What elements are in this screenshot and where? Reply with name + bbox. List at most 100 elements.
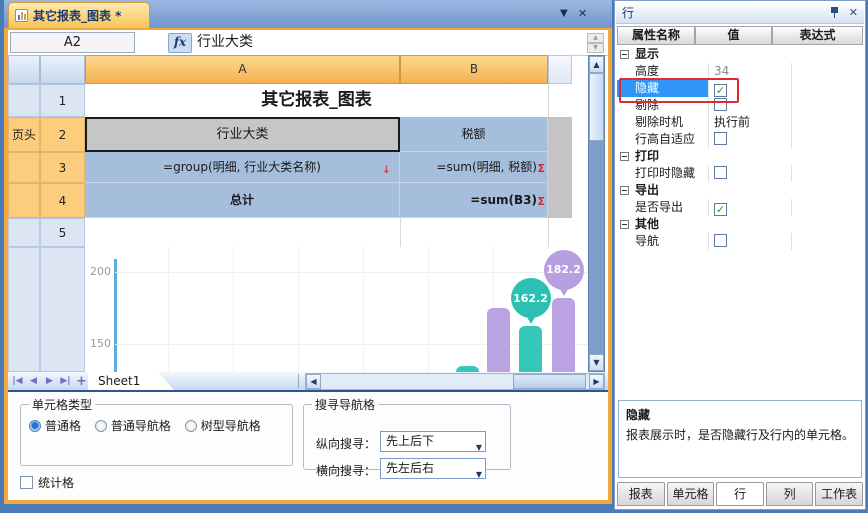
prop-row-2[interactable]: 隐藏✓ [617, 80, 863, 97]
vertical-search-select[interactable]: 先上后下▼ [380, 431, 486, 452]
collapse-minus-icon[interactable] [620, 186, 629, 195]
row-header-3[interactable]: 3 [40, 152, 85, 183]
radio-normal-cell[interactable]: 普通格 [29, 419, 81, 433]
cell-a4[interactable]: 总计 [85, 183, 400, 218]
prop-value[interactable]: ✓ [709, 199, 792, 216]
prop-expression[interactable] [792, 80, 863, 97]
prop-row-11[interactable]: 导航 [617, 233, 863, 250]
prop-row-1[interactable]: 高度34 [617, 63, 863, 80]
prop-expression[interactable] [792, 114, 863, 131]
cell-name-box[interactable]: A2 [10, 32, 135, 53]
column-header-a[interactable]: A [85, 55, 400, 84]
prop-row-7[interactable]: 打印时隐藏 [617, 165, 863, 182]
sheet-tab-sheet1[interactable]: Sheet1 [88, 372, 174, 390]
prop-expression[interactable] [792, 233, 863, 250]
prop-value[interactable] [709, 233, 792, 250]
prop-col-header-value[interactable]: 值 [695, 26, 772, 45]
formula-bar: A2 fx 行业大类 ▲ ▼ [8, 30, 608, 56]
prop-group-0[interactable]: 显示 [617, 46, 863, 63]
prop-col-header-name[interactable]: 属性名称 [617, 26, 695, 45]
cell-a3[interactable]: =group(明细, 行业大类名称) ↓ [85, 152, 400, 183]
checkbox-checked-icon[interactable]: ✓ [714, 203, 727, 216]
add-sheet-icon[interactable]: + [74, 374, 89, 389]
embedded-bar-chart[interactable]: 150200162.2182.2 [85, 247, 588, 372]
checkbox-icon[interactable] [714, 98, 727, 111]
column-header-b[interactable]: B [400, 55, 548, 84]
checkbox-checked-icon[interactable]: ✓ [714, 84, 727, 97]
fx-button[interactable]: fx [168, 33, 192, 53]
collapse-minus-icon[interactable] [620, 152, 629, 161]
horizontal-scroll-thumb[interactable] [513, 374, 586, 389]
prop-expression[interactable] [792, 63, 863, 80]
sheet-first-icon[interactable]: |◀ [10, 374, 25, 389]
horizontal-search-select[interactable]: 先左后右▼ [380, 458, 486, 479]
prop-row-9[interactable]: 是否导出✓ [617, 199, 863, 216]
prop-row-3[interactable]: 剔除 [617, 97, 863, 114]
formula-bar-expand-down-icon[interactable]: ▼ [587, 43, 604, 53]
vertical-scroll-thumb[interactable] [589, 73, 604, 141]
radio-normal-nav-cell[interactable]: 普通导航格 [95, 419, 171, 433]
cell-a2-selected[interactable]: 行业大类 [85, 117, 400, 152]
chart-gridline-vertical [363, 247, 364, 372]
prop-expression[interactable] [792, 165, 863, 182]
checkbox-icon[interactable] [714, 132, 727, 145]
stats-cell-checkbox[interactable]: 统计格 [20, 474, 74, 491]
prop-row-5[interactable]: 行高自适应 [617, 131, 863, 148]
prop-label: 剔除 [617, 97, 709, 114]
prop-value[interactable] [709, 97, 792, 114]
prop-row-4[interactable]: 剔除时机执行前 [617, 114, 863, 131]
prop-value[interactable]: 34 [709, 63, 792, 80]
prop-expression[interactable] [792, 131, 863, 148]
radio-icon [95, 420, 107, 432]
tab-list-dropdown-icon[interactable]: ▼ [560, 8, 568, 20]
prop-col-header-expression[interactable]: 表达式 [772, 26, 863, 45]
formula-input[interactable]: 行业大类 [197, 33, 253, 52]
checkbox-icon[interactable] [714, 234, 727, 247]
panel-tab-报表[interactable]: 报表 [617, 482, 665, 506]
scroll-left-icon[interactable]: ◀ [306, 374, 321, 389]
formula-bar-expand-up-icon[interactable]: ▲ [587, 33, 604, 43]
prop-value[interactable]: ✓ [709, 80, 792, 97]
scroll-down-icon[interactable]: ▼ [589, 354, 604, 371]
close-document-icon[interactable]: ✕ [578, 8, 587, 20]
cell-b3[interactable]: =sum(明细, 税额) Σ [400, 152, 548, 183]
sheet-prev-icon[interactable]: ◀ [26, 374, 41, 389]
grid-horizontal-scrollbar[interactable]: ◀ ▶ [305, 373, 605, 390]
chart-gridline-vertical [168, 247, 169, 372]
row-header-5[interactable]: 5 [40, 218, 85, 247]
checkbox-icon[interactable] [714, 166, 727, 179]
prop-expression[interactable] [792, 199, 863, 216]
grid-vertical-scrollbar[interactable]: ▲ ▼ [588, 55, 605, 372]
panel-tab-列[interactable]: 列 [766, 482, 814, 506]
row-header-1[interactable]: 1 [40, 84, 85, 117]
panel-tab-单元格[interactable]: 单元格 [667, 482, 715, 506]
section-label-pageheader[interactable]: 页头 [8, 117, 40, 152]
prop-value[interactable] [709, 131, 792, 148]
row-header-4[interactable]: 4 [40, 183, 85, 218]
radio-tree-nav-cell[interactable]: 树型导航格 [185, 419, 261, 433]
prop-value[interactable]: 执行前 [709, 114, 792, 131]
scroll-right-icon[interactable]: ▶ [589, 374, 604, 389]
cell-title-row1[interactable]: 其它报表_图表 [85, 84, 548, 117]
document-tab[interactable]: 其它报表_图表 * [8, 2, 150, 28]
pin-icon[interactable] [830, 7, 839, 18]
panel-tab-工作表[interactable]: 工作表 [815, 482, 863, 506]
cell-b4[interactable]: =sum(B3) Σ [400, 183, 548, 218]
section-cell-rest [8, 247, 40, 372]
collapse-minus-icon[interactable] [620, 220, 629, 229]
cell-b2[interactable]: 税额 [400, 117, 548, 152]
panel-tab-行[interactable]: 行 [716, 482, 764, 506]
sheet-last-icon[interactable]: ▶| [58, 374, 73, 389]
collapse-minus-icon[interactable] [620, 50, 629, 59]
close-panel-icon[interactable]: ✕ [849, 6, 858, 19]
prop-expression[interactable] [792, 97, 863, 114]
row-header-2[interactable]: 2 [40, 117, 85, 152]
prop-value[interactable] [709, 165, 792, 182]
prop-group-8[interactable]: 导出 [617, 182, 863, 199]
prop-group-10[interactable]: 其他 [617, 216, 863, 233]
sheet-next-icon[interactable]: ▶ [42, 374, 57, 389]
scroll-up-icon[interactable]: ▲ [589, 56, 604, 73]
description-text: 报表展示时，是否隐藏行及行内的单元格。 [626, 426, 854, 444]
grid-corner-rownum[interactable] [40, 55, 85, 84]
prop-group-6[interactable]: 打印 [617, 148, 863, 165]
